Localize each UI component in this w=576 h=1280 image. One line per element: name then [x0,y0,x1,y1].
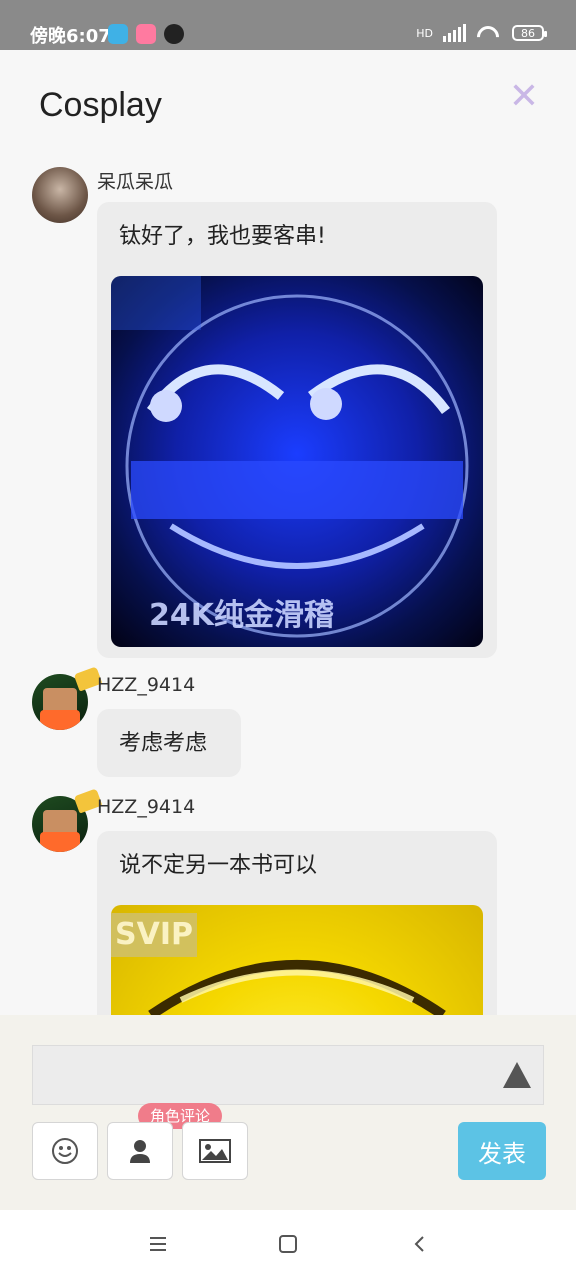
composer: 角色评论 发表 [0,1015,576,1210]
emoji-icon [52,1138,78,1164]
home-icon[interactable] [276,1232,300,1256]
close-icon[interactable]: ✕ [505,78,543,116]
message-text: 说不定另一本书可以 [119,853,318,878]
back-icon[interactable] [408,1232,432,1256]
sticker-image[interactable]: 24K纯金滑稽 [111,276,483,647]
message-bubble: 钛好了，我也要客串! 24K纯金滑稽 [97,202,497,658]
avatar[interactable] [32,167,88,223]
menu-icon-graphic [150,1237,166,1251]
post-button[interactable]: 发表 [458,1122,546,1180]
app-notification-icon [108,24,128,44]
role-button[interactable] [107,1122,173,1180]
home-icon-graphic [279,1235,297,1253]
status-bar: 傍晚6:07 HD 86 [0,0,576,50]
message-username[interactable]: HZZ_9414 [97,674,195,696]
page-title: Cosplay [39,86,162,124]
app-notification-icon [136,24,156,44]
wifi-icon [476,24,502,42]
signal-icon [443,24,466,42]
person-icon [130,1140,150,1163]
message-bubble: 考虑考虑 [97,709,241,777]
chat-page: Cosplay ✕ 呆瓜呆瓜 钛好了，我也要客串! 24K纯金滑稽 HZZ_94… [0,50,576,1015]
sticker-caption: 24K纯金滑稽 [149,598,334,633]
message-username[interactable]: HZZ_9414 [97,796,195,818]
message-username[interactable]: 呆瓜呆瓜 [97,167,173,194]
message-text: 钛好了，我也要客串! [119,224,326,249]
sticker-image[interactable]: SVIP [111,905,483,1015]
menu-icon[interactable] [146,1232,170,1256]
network-label: HD [416,26,433,40]
status-right: HD 86 [416,24,547,42]
qq-icon [164,24,184,44]
sticker-caption: SVIP [111,913,197,957]
message-input[interactable] [32,1045,544,1105]
image-icon [199,1139,231,1163]
status-app-icons [108,24,184,44]
navigation-bar [0,1210,576,1280]
image-button[interactable] [182,1122,248,1180]
status-time: 傍晚6:07 [30,26,111,47]
back-icon-graphic [414,1236,424,1252]
battery-icon: 86 [512,25,547,41]
emoji-button[interactable] [32,1122,98,1180]
message-text: 考虑考虑 [119,731,208,756]
expand-arrow-icon[interactable] [503,1062,531,1088]
message-bubble: 说不定另一本书可以 SVIP [97,831,497,1015]
